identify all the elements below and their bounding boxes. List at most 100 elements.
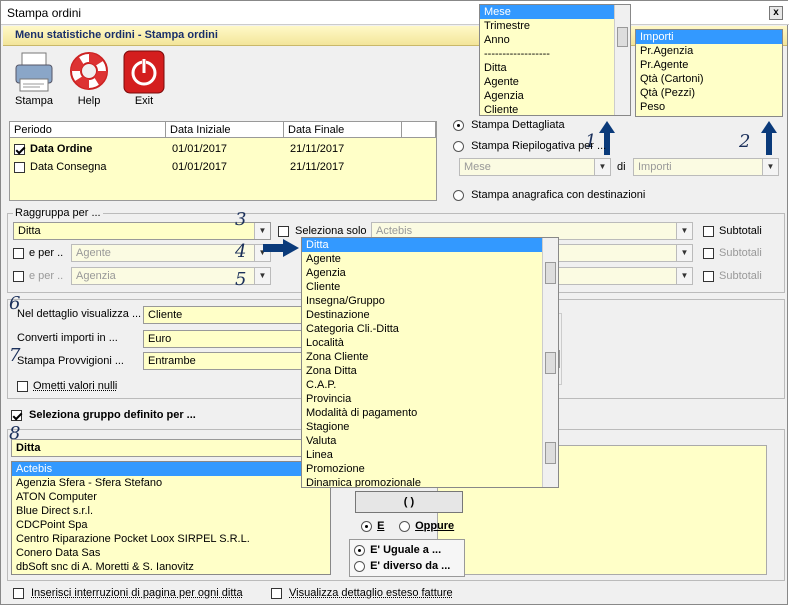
list-item[interactable]: Linea (302, 448, 558, 462)
list-item[interactable]: Agente (302, 252, 558, 266)
e-per-filter-2[interactable]: ▼ (541, 267, 693, 285)
list-item[interactable]: Destinazione (302, 308, 558, 322)
list-item[interactable]: Cliente (302, 280, 558, 294)
ometti-checkbox[interactable] (17, 380, 28, 392)
list-item[interactable]: Peso (636, 100, 782, 114)
scroll-thumb[interactable] (545, 352, 556, 374)
list-item[interactable]: dbSoft snc di A. Moretti & S. Ianovitz (12, 560, 330, 574)
list-item[interactable]: Zona Cliente (302, 350, 558, 364)
gruppo-list[interactable]: Actebis Agenzia Sfera - Sfera Stefano AT… (11, 461, 331, 575)
list-item[interactable]: CDCPoint Spa (12, 518, 330, 532)
list-item[interactable]: Valuta (302, 434, 558, 448)
list-item[interactable]: Pr.Agenzia (636, 44, 782, 58)
help-button[interactable]: Help (64, 49, 114, 107)
list-item[interactable]: Qtà (Pezzi) (636, 86, 782, 100)
raggruppa-dropdown-list[interactable]: Ditta Agente Agenzia Cliente Insegna/Gru… (301, 237, 559, 488)
table-row[interactable]: Data Consegna 01/01/2017 21/11/2017 (10, 158, 436, 176)
exit-button[interactable]: Exit (119, 49, 169, 107)
provvigioni-select[interactable]: Entrambe (143, 352, 303, 370)
row-from[interactable]: 01/01/2017 (172, 161, 227, 173)
subtotali-label-2: Subtotali (719, 247, 762, 259)
data-ordine-checkbox[interactable] (14, 143, 25, 155)
e-per-filter-1[interactable]: ▼ (541, 244, 693, 262)
measure-list[interactable]: Importi Pr.Agenzia Pr.Agente Qtà (Carton… (635, 29, 783, 117)
list-item[interactable]: Trimestre (480, 19, 630, 33)
list-item[interactable]: Agenzia Sfera - Sfera Stefano (12, 476, 330, 490)
scroll-thumb[interactable] (617, 27, 628, 47)
list-item[interactable]: Modalità di pagamento (302, 406, 558, 420)
esteso-checkbox[interactable] (271, 587, 282, 599)
visualizza-select[interactable]: Cliente (143, 306, 303, 324)
list-item[interactable]: Zona Ditta (302, 364, 558, 378)
row-to[interactable]: 21/11/2017 (290, 161, 344, 173)
gruppo-select[interactable]: Ditta (11, 439, 341, 457)
equals-radio[interactable]: E' Uguale a ... (354, 544, 441, 556)
list-item[interactable]: Agenzia (480, 89, 630, 103)
list-item[interactable]: Importi (636, 30, 782, 44)
table-row[interactable]: Data Ordine 01/01/2017 21/11/2017 (10, 140, 436, 158)
stampa-riepilogativa-radio[interactable]: Stampa Riepilogativa per ... (453, 140, 606, 152)
radio-dot[interactable] (361, 520, 372, 532)
riepilogo-measure-select[interactable]: Importi ▼ (633, 158, 779, 176)
radio-dot[interactable] (453, 140, 464, 152)
stampa-dettagliata-radio[interactable]: Stampa Dettagliata (453, 119, 565, 131)
row-from[interactable]: 01/01/2017 (172, 143, 227, 155)
radio-dot[interactable] (354, 544, 365, 556)
list-item[interactable]: Dinamica promozionale (302, 476, 558, 487)
scrollbar[interactable] (542, 238, 558, 487)
parentheses-button[interactable]: ( ) (355, 491, 463, 513)
list-item[interactable]: Agenzia (302, 266, 558, 280)
seleziona-gruppo-checkbox[interactable] (11, 409, 22, 421)
data-consegna-checkbox[interactable] (14, 161, 25, 173)
scroll-thumb[interactable] (545, 262, 556, 284)
e-per-checkbox[interactable] (13, 247, 24, 259)
list-item[interactable]: Località (302, 336, 558, 350)
scroll-thumb[interactable] (545, 442, 556, 464)
radio-dot[interactable] (453, 189, 464, 201)
list-item[interactable]: Blue Direct s.r.l. (12, 504, 330, 518)
list-item[interactable]: Ditta (480, 61, 630, 75)
close-button[interactable]: x (769, 6, 783, 20)
list-item[interactable]: Categoria Cli.-Ditta (302, 322, 558, 336)
row-to[interactable]: 21/11/2017 (290, 143, 344, 155)
seleziona-solo-checkbox[interactable] (278, 225, 289, 237)
list-item[interactable]: Agente (480, 75, 630, 89)
list-item[interactable]: Promozione (302, 462, 558, 476)
radio-dot[interactable] (399, 520, 410, 532)
or-radio[interactable]: Oppure (399, 520, 454, 532)
e-per-checkbox-2[interactable] (13, 270, 24, 282)
list-item[interactable]: Actebis (12, 462, 330, 476)
and-radio[interactable]: E (361, 520, 384, 532)
list-item[interactable]: Conero Data Sas (12, 546, 330, 560)
list-item[interactable]: ATON Computer (12, 490, 330, 504)
list-item[interactable]: Ditta (302, 238, 558, 252)
list-item[interactable]: Centro Riparazione Pocket Loox SIRPEL S.… (12, 532, 330, 546)
subtotali-checkbox-3[interactable] (703, 270, 714, 282)
period-type-list[interactable]: Mese Trimestre Anno ------------------ D… (479, 4, 631, 116)
exit-label: Exit (134, 95, 154, 107)
list-item[interactable]: Mese (480, 5, 630, 19)
raggruppa-main-select[interactable]: Ditta ▼ (13, 222, 271, 240)
riepilogo-period-select[interactable]: Mese ▼ (459, 158, 611, 176)
converti-select[interactable]: Euro (143, 330, 303, 348)
radio-dot[interactable] (453, 119, 464, 131)
chevron-down-icon: ▼ (594, 159, 610, 175)
radio-dot[interactable] (354, 560, 365, 572)
list-item[interactable]: C.A.P. (302, 378, 558, 392)
list-item[interactable]: Cliente (480, 103, 630, 115)
stampa-button[interactable]: Stampa (9, 49, 59, 107)
subtotali-checkbox-1[interactable] (703, 225, 714, 237)
period-grid[interactable]: Periodo Data Iniziale Data Finale Data O… (9, 121, 437, 201)
list-item[interactable]: Stagione (302, 420, 558, 434)
list-item[interactable]: Provincia (302, 392, 558, 406)
list-item[interactable]: Pr.Agente (636, 58, 782, 72)
list-item[interactable]: Insegna/Gruppo (302, 294, 558, 308)
list-item[interactable]: ------------------ (480, 47, 630, 61)
list-item[interactable]: Anno (480, 33, 630, 47)
interruzioni-checkbox[interactable] (13, 587, 24, 599)
subtotali-checkbox-2[interactable] (703, 247, 714, 259)
not-equals-radio[interactable]: E' diverso da ... (354, 560, 450, 572)
scrollbar[interactable] (614, 5, 630, 115)
stampa-anagrafica-radio[interactable]: Stampa anagrafica con destinazioni (453, 189, 645, 201)
list-item[interactable]: Qtà (Cartoni) (636, 72, 782, 86)
